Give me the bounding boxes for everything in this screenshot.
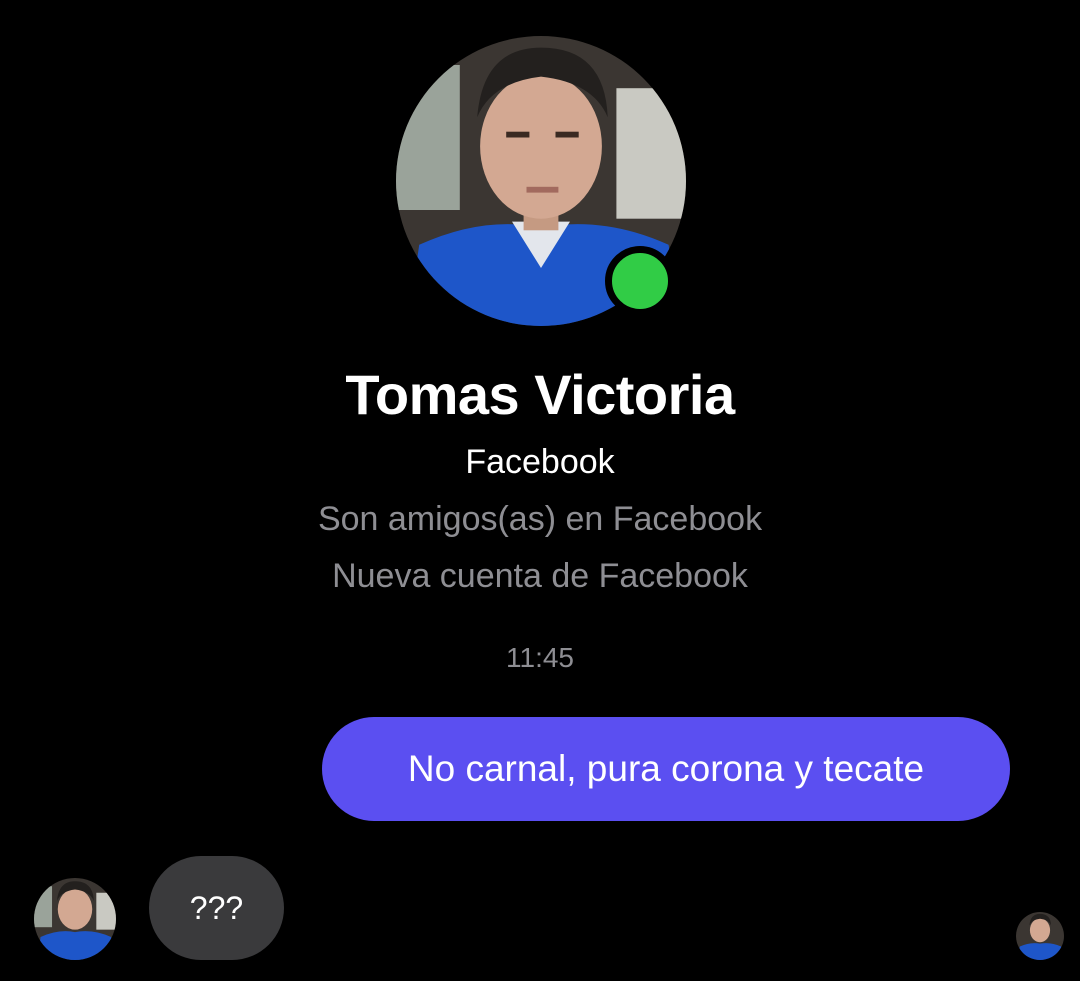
incoming-message-bubble[interactable]: ??? [149,856,284,960]
message-timestamp: 11:45 [506,642,574,673]
online-status-indicator [605,246,675,316]
outgoing-message-bubble[interactable]: No carnal, pura corona y tecate [322,717,1010,821]
outgoing-message-text: No carnal, pura corona y tecate [407,748,925,789]
contact-name[interactable]: Tomas Victoria [0,362,1080,427]
friendship-status: Son amigos(as) en Facebook [317,500,763,538]
account-age-notice: Nueva cuenta de Facebook [332,557,748,595]
contact-avatar-photo [34,878,116,960]
read-receipt-photo [1016,912,1064,960]
incoming-message-text: ??? [189,889,244,926]
contact-platform: Facebook [465,443,615,481]
read-receipt-avatar [1016,912,1064,960]
contact-avatar[interactable] [34,878,116,960]
